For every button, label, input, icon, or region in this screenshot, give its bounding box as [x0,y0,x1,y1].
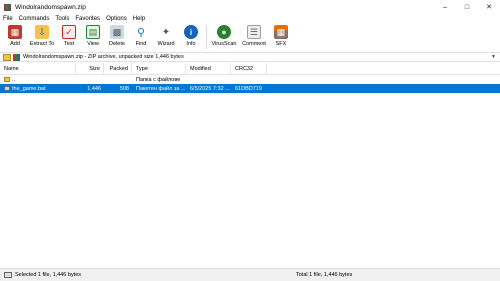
file-name-cell: the_game.bat [0,86,76,92]
column-header-modified[interactable]: Modified [186,62,231,75]
add-button[interactable]: ▦ Add [4,24,26,47]
batch-file-icon [4,85,10,91]
comment-icon: ☰ [247,25,261,39]
delete-button[interactable]: ▩ Delete [106,24,128,47]
drive-icon[interactable] [4,272,12,278]
menu-options[interactable]: Options [106,16,127,22]
find-button[interactable]: ⚲ Find [130,24,152,48]
title-bar: Windolrandomspawn.zip – □ ✕ [0,0,500,14]
extract-folder-icon: ⇩ [35,25,49,39]
test-checklist-icon: ✓ [62,25,76,39]
file-name-cell: .. [0,77,76,83]
path-bar: Windolrandomspawn.zip - ZIP archive, unp… [0,52,500,62]
menu-bar: File Commands Tools Favorites Options He… [0,14,500,24]
minimize-icon[interactable]: – [434,0,456,14]
sfx-button[interactable]: ▦ SFX [270,24,292,47]
file-list: Name Size Packed Type Modified CRC32 .. … [0,62,500,268]
file-size-cell: 1,446 [87,85,101,92]
zip-archive-icon [13,53,20,61]
view-book-icon: ▤ [86,25,100,39]
status-total: Total 1 file, 1,446 bytes [296,272,353,278]
toolbar-separator [206,25,207,49]
close-icon[interactable]: ✕ [478,0,500,14]
column-header-size[interactable]: Size [76,62,104,75]
status-bar: Selected 1 file, 1,446 bytes Total 1 fil… [0,268,500,281]
folder-icon [4,76,10,82]
info-button[interactable]: i Info [180,24,202,47]
list-item[interactable]: the_game.bat 1,446 508 Пакетен файл за .… [0,84,500,93]
info-icon: i [184,25,198,39]
column-header-crc32[interactable]: CRC32 [231,62,267,75]
column-header-name[interactable]: Name [0,62,76,75]
window-controls: – □ ✕ [434,0,500,14]
menu-commands[interactable]: Commands [19,16,50,22]
file-type-cell: Пакетен файл за ... [136,85,186,92]
shield-scan-icon: ● [217,25,231,39]
wand-icon: ✦ [161,26,171,38]
file-crc-cell: 61DBD719 [235,85,262,92]
menu-favorites[interactable]: Favorites [75,16,100,22]
column-header-packed[interactable]: Packed [104,62,132,75]
window-title: Windolrandomspawn.zip [15,3,86,11]
column-header-type[interactable]: Type [132,62,186,75]
menu-help[interactable]: Help [133,16,145,22]
view-button[interactable]: ▤ View [82,24,104,47]
add-archive-icon: ▦ [8,25,22,39]
comment-button[interactable]: ☰ Comment [240,24,268,47]
file-type-cell: Папка с файлове [136,76,181,83]
file-packed-cell: 508 [119,85,129,92]
winrar-app-icon [4,3,11,11]
virusscan-button[interactable]: ● VirusScan [210,24,238,47]
menu-tools[interactable]: Tools [55,16,69,22]
extract-to-button[interactable]: ⇩ Extract To [28,24,56,47]
sfx-box-icon: ▦ [274,25,288,39]
status-selected: Selected 1 file, 1,446 bytes [15,272,82,278]
test-button[interactable]: ✓ Test [58,24,80,47]
magnifier-icon: ⚲ [136,26,146,39]
file-modified-cell: 6/5/2025 7:32 ... [190,85,230,92]
toolbar: ▦ Add ⇩ Extract To ✓ Test ▤ View ▩ Delet… [0,24,500,51]
maximize-icon[interactable]: □ [456,0,478,14]
list-header: Name Size Packed Type Modified CRC32 [0,62,500,75]
up-folder-icon[interactable] [3,53,11,61]
wizard-button[interactable]: ✦ Wizard [154,24,178,48]
trash-icon: ▩ [110,25,124,39]
list-item[interactable]: .. Папка с файлове [0,75,500,84]
chevron-down-icon[interactable]: ▼ [491,54,496,60]
menu-file[interactable]: File [3,16,13,22]
archive-path: Windolrandomspawn.zip - ZIP archive, unp… [23,54,184,60]
